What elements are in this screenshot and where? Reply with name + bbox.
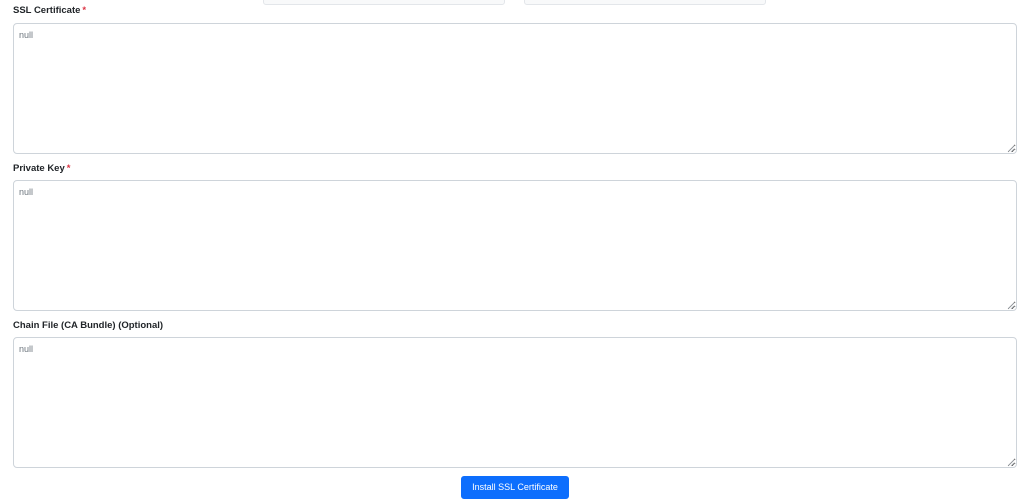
ssl-certificate-label-text: SSL Certificate	[13, 5, 81, 16]
private-key-label-text: Private Key	[13, 163, 65, 174]
chain-file-label-text: Chain File (CA Bundle) (Optional)	[13, 320, 164, 331]
chain-file-label: Chain File (CA Bundle) (Optional)	[13, 320, 163, 332]
required-marker: *	[82, 5, 87, 16]
ssl-install-form: SSL Certificate * null Private Key * null …	[0, 0, 1024, 503]
upper-input-stub-left[interactable]	[263, 0, 505, 5]
private-key-textarea[interactable]: null	[13, 180, 1017, 311]
chain-file-textarea[interactable]: null	[13, 337, 1017, 468]
ssl-certificate-label: SSL Certificate *	[13, 5, 86, 17]
install-ssl-certificate-button[interactable]: Install SSL Certificate	[461, 476, 569, 499]
ssl-certificate-textarea[interactable]: null	[13, 23, 1017, 154]
private-key-label: Private Key *	[13, 163, 70, 175]
required-marker: *	[66, 163, 71, 174]
upper-input-stub-right[interactable]	[524, 0, 766, 5]
